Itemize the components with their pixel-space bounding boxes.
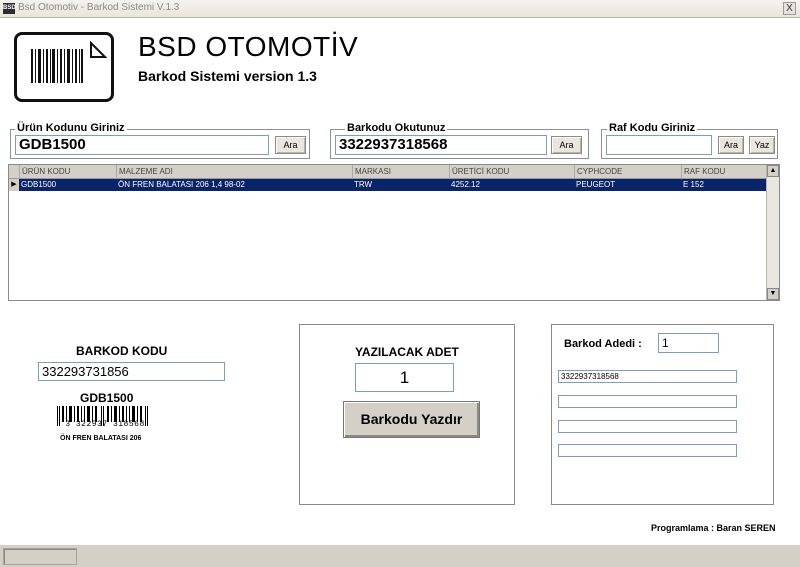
barcode-line-3[interactable] — [558, 420, 737, 433]
shelf-code-input[interactable] — [606, 135, 712, 155]
title-bar: BSD Bsd Otomotiv - Barkod Sistemi V.1.3 … — [0, 0, 800, 18]
barcode-code-field[interactable]: 332293731856 — [38, 362, 225, 381]
status-pane — [3, 548, 77, 565]
barcode-input[interactable]: 3322937318568 — [335, 135, 547, 155]
scroll-down-icon[interactable]: ▼ — [767, 288, 779, 300]
barcode-count-label: Barkod Adedi : — [564, 338, 642, 350]
shelf-write-button[interactable]: Yaz — [749, 136, 775, 154]
close-button[interactable]: X — [783, 2, 796, 15]
shelf-code-group: Raf Kodu Giriniz Ara Yaz — [601, 122, 778, 159]
barcode-product-code: GDB1500 — [80, 391, 134, 405]
barcode-image: 3 322937 318568 — [55, 406, 155, 432]
table-cell[interactable]: GDB1500 — [19, 179, 116, 191]
print-quantity-input[interactable]: 1 — [355, 363, 454, 392]
print-barcode-button[interactable]: Barkodu Yazdır — [343, 401, 480, 438]
barcode-read-legend: Barkodu Okutunuz — [345, 122, 448, 134]
product-search-group: Ürün Kodunu Giriniz GDB1500 Ara — [10, 122, 310, 159]
barcode-count-panel: Barkod Adedi : 1 3322937318568 — [551, 324, 774, 505]
column-header[interactable]: MALZEME ADI — [116, 165, 352, 179]
table-cell[interactable]: E 152 — [681, 179, 767, 191]
row-pointer-icon: ▶ — [9, 179, 19, 191]
column-header[interactable]: ÜRÜN KODU — [19, 165, 116, 179]
grid-corner — [9, 165, 19, 179]
main-area: BSD OTOMOTİV Barkod Sistemi version 1.3 … — [0, 18, 800, 544]
window-title: Bsd Otomotiv - Barkod Sistemi V.1.3 — [18, 2, 180, 13]
table-row[interactable]: ▶ GDB1500 ÖN FREN BALATASI 206 1,4 98-02… — [9, 179, 767, 191]
barcode-line-1[interactable]: 3322937318568 — [558, 370, 737, 383]
barcode-product-name: ÖN FREN BALATASI 206 — [60, 435, 142, 442]
column-header[interactable]: CYPHCODE — [574, 165, 681, 179]
product-search-button[interactable]: Ara — [275, 136, 306, 154]
table-cell[interactable]: TRW — [352, 179, 449, 191]
print-quantity-label: YAZILACAK ADET — [355, 345, 459, 359]
table-cell[interactable]: PEUGEOT — [574, 179, 681, 191]
column-header[interactable]: MARKASI — [352, 165, 449, 179]
print-panel: YAZILACAK ADET 1 Barkodu Yazdır — [299, 324, 515, 505]
product-grid[interactable]: ÜRÜN KODU MALZEME ADI MARKASI ÜRETİCİ KO… — [8, 164, 780, 301]
grid-scrollbar[interactable]: ▲ ▼ — [766, 165, 779, 300]
brand-title: BSD OTOMOTİV — [138, 31, 359, 62]
barcode-digits: 3 322937 318568 — [65, 420, 145, 429]
product-code-input[interactable]: GDB1500 — [15, 135, 269, 155]
barcode-search-button[interactable]: Ara — [551, 136, 582, 154]
barcode-line-4[interactable] — [558, 444, 737, 457]
app-subtitle: Barkod Sistemi version 1.3 — [138, 68, 317, 84]
table-cell[interactable]: 4252.12 — [449, 179, 574, 191]
shelf-code-legend: Raf Kodu Giriniz — [607, 122, 698, 134]
shelf-search-button[interactable]: Ara — [718, 136, 744, 154]
app-icon: BSD — [3, 3, 16, 14]
barcode-logo-icon — [14, 32, 114, 102]
product-search-legend: Ürün Kodunu Giriniz — [15, 122, 127, 134]
barcode-code-label: BARKOD KODU — [76, 344, 168, 358]
barcode-line-2[interactable] — [558, 395, 737, 408]
scroll-up-icon[interactable]: ▲ — [767, 165, 779, 177]
table-cell[interactable]: ÖN FREN BALATASI 206 1,4 98-02 — [116, 179, 352, 191]
grid-header: ÜRÜN KODU MALZEME ADI MARKASI ÜRETİCİ KO… — [9, 165, 767, 179]
column-header[interactable]: ÜRETİCİ KODU — [449, 165, 574, 179]
status-bar — [0, 544, 800, 567]
barcode-read-group: Barkodu Okutunuz 3322937318568 Ara — [330, 122, 589, 159]
developer-credit: Programlama : Baran SEREN — [651, 523, 776, 533]
barcode-count-input[interactable]: 1 — [658, 333, 719, 353]
column-header[interactable]: RAF KODU — [681, 165, 767, 179]
